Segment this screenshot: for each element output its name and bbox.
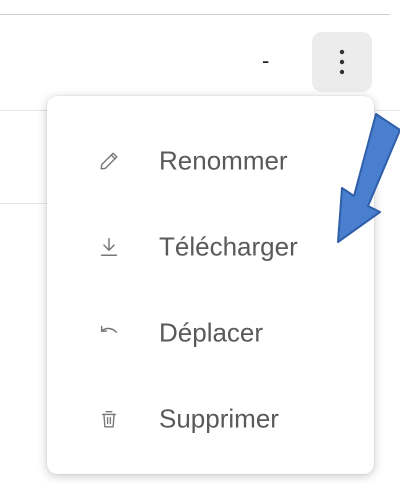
download-icon	[97, 235, 121, 259]
menu-item-move[interactable]: Déplacer	[47, 292, 374, 374]
menu-item-delete[interactable]: Supprimer	[47, 378, 374, 460]
context-menu: Renommer Télécharger Déplacer Supprimer	[47, 96, 374, 474]
menu-item-label: Renommer	[159, 145, 288, 176]
move-back-arrow-icon	[97, 321, 121, 345]
menu-item-rename[interactable]: Renommer	[47, 120, 374, 202]
top-divider	[0, 14, 390, 15]
menu-item-label: Télécharger	[159, 231, 298, 262]
menu-item-download[interactable]: Télécharger	[47, 206, 374, 288]
vertical-dots-icon	[339, 49, 345, 75]
menu-item-label: Supprimer	[159, 403, 279, 434]
row-value: -	[262, 48, 270, 73]
more-options-button[interactable]	[312, 32, 372, 92]
trash-icon	[97, 407, 121, 431]
row-divider	[0, 110, 50, 111]
pencil-icon	[97, 149, 121, 173]
row-divider	[372, 110, 400, 111]
row-divider	[0, 203, 50, 204]
menu-item-label: Déplacer	[159, 317, 264, 348]
